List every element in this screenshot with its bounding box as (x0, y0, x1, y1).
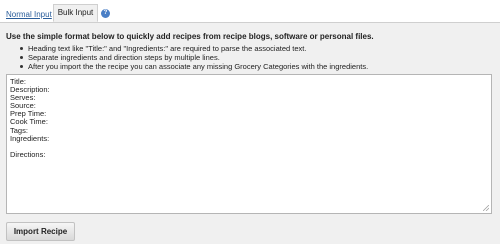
tab-bulk-input[interactable]: Bulk Input (53, 4, 98, 22)
import-recipe-button[interactable]: Import Recipe (6, 222, 75, 241)
recipe-text-content[interactable]: Title: Description: Serves: Source: Prep… (10, 77, 50, 159)
recipe-text-area[interactable]: Title: Description: Serves: Source: Prep… (6, 74, 492, 214)
instructions-intro: Use the simple format below to quickly a… (6, 32, 374, 41)
instructions-list: Heading text like "Title:" and "Ingredie… (18, 44, 368, 71)
bulk-input-panel: Use the simple format below to quickly a… (0, 23, 500, 244)
instruction-item: Heading text like "Title:" and "Ingredie… (18, 44, 368, 53)
instruction-item: After you import the the recipe you can … (18, 62, 368, 71)
tab-normal-input[interactable]: Normal Input (6, 10, 52, 19)
recipe-line-directions: Directions: (10, 149, 46, 159)
resize-grip-icon[interactable] (483, 205, 489, 211)
info-icon[interactable]: ? (101, 9, 110, 18)
instruction-item: Separate ingredients and direction steps… (18, 53, 368, 62)
recipe-line-ingredients: Ingredients: (10, 133, 50, 143)
tab-bar: Normal Input Bulk Input ? (0, 0, 500, 23)
